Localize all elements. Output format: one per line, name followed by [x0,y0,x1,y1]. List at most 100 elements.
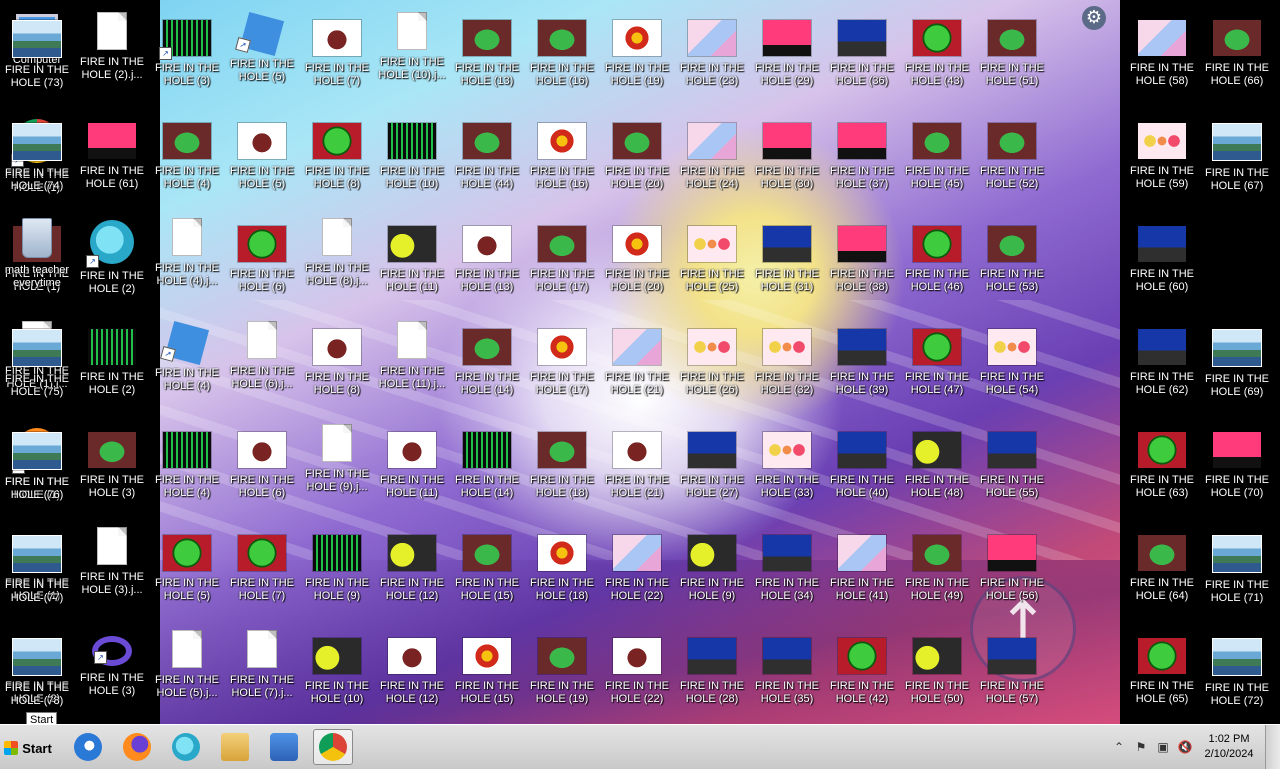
desktop-icon[interactable]: FIRE IN THE HOLE (22) [600,618,674,718]
desktop-icon[interactable]: ↗ FIRE IN THE HOLE (4) [150,309,224,409]
desktop-icon[interactable]: FIRE IN THE HOLE (2) [75,309,149,409]
desktop-icon[interactable]: FIRE IN THE HOLE (9).j... [300,412,374,512]
desktop-icon[interactable]: FIRE IN THE HOLE (57) [975,618,1049,718]
desktop-icon[interactable]: FIRE IN THE HOLE (67) [1200,103,1274,203]
taskbar-button[interactable] [68,729,108,765]
desktop-icon[interactable]: FIRE IN THE HOLE (34) [750,515,824,615]
desktop-icon[interactable]: FIRE IN THE HOLE (23) [675,0,749,100]
desktop-icon[interactable]: FIRE IN THE HOLE (66) [1200,0,1274,100]
desktop-icon[interactable]: FIRE IN THE HOLE (74) [0,103,74,203]
desktop-icon[interactable]: FIRE IN THE HOLE (36) [825,0,899,100]
desktop-icon[interactable]: FIRE IN THE HOLE (4) [150,412,224,512]
desktop-icon[interactable]: FIRE IN THE HOLE (38) [825,206,899,306]
taskbar-button[interactable] [264,729,304,765]
desktop-icon[interactable]: FIRE IN THE HOLE (73) [0,0,74,100]
action-center-flag-icon[interactable]: ⚑ [1133,739,1149,755]
desktop-icon[interactable]: FIRE IN THE HOLE (15) [450,618,524,718]
desktop-icon[interactable]: FIRE IN THE HOLE (21) [600,309,674,409]
desktop-icon[interactable]: FIRE IN THE HOLE (16) [525,103,599,203]
desktop-icon[interactable]: FIRE IN THE HOLE (14) [450,412,524,512]
desktop-icon[interactable]: FIRE IN THE HOLE (6) [225,206,299,306]
desktop-icon[interactable]: FIRE IN THE HOLE (7).j... [225,618,299,718]
desktop-icon[interactable]: FIRE IN THE HOLE (33) [750,412,824,512]
desktop-icon[interactable]: FIRE IN THE HOLE (54) [975,309,1049,409]
desktop-icon[interactable]: FIRE IN THE HOLE (10) [300,618,374,718]
desktop-icon[interactable]: FIRE IN THE HOLE (55) [975,412,1049,512]
desktop-icon[interactable]: FIRE IN THE HOLE (13) [450,0,524,100]
desktop-icon[interactable]: FIRE IN THE HOLE (18) [525,412,599,512]
desktop-icon[interactable]: FIRE IN THE HOLE (9) [300,515,374,615]
desktop-icon[interactable]: FIRE IN THE HOLE (19) [600,0,674,100]
desktop-icon[interactable]: FIRE IN THE HOLE (50) [900,618,974,718]
desktop-icon[interactable]: FIRE IN THE HOLE (6).j... [225,309,299,409]
desktop-icon[interactable]: FIRE IN THE HOLE (72) [1200,618,1274,718]
desktop-icon[interactable]: FIRE IN THE HOLE (3).j... [75,515,149,615]
desktop-icon[interactable]: FIRE IN THE HOLE (22) [600,515,674,615]
desktop-icon[interactable]: FIRE IN THE HOLE (20) [600,206,674,306]
taskbar-button[interactable] [215,729,255,765]
desktop-icon[interactable]: FIRE IN THE HOLE (19) [525,618,599,718]
desktop-icon[interactable]: FIRE IN THE HOLE (37) [825,103,899,203]
desktop-icon[interactable]: FIRE IN THE HOLE (17) [525,309,599,409]
desktop-icon[interactable]: FIRE IN THE HOLE (27) [675,412,749,512]
desktop-icon[interactable]: FIRE IN THE HOLE (8).j... [300,206,374,306]
desktop-icon[interactable]: FIRE IN THE HOLE (70) [1200,412,1274,512]
desktop-icon[interactable]: FIRE IN THE HOLE (56) [975,515,1049,615]
desktop-icon[interactable]: FIRE IN THE HOLE (5) [225,103,299,203]
desktop-icon[interactable]: FIRE IN THE HOLE (10).j... [375,0,449,100]
desktop-icon[interactable]: FIRE IN THE HOLE (10) [375,103,449,203]
desktop-icon[interactable]: FIRE IN THE HOLE (29) [750,0,824,100]
desktop-icon[interactable]: FIRE IN THE HOLE (30) [750,103,824,203]
desktop-icon[interactable]: FIRE IN THE HOLE (24) [675,103,749,203]
desktop-icon[interactable]: FIRE IN THE HOLE (42) [825,618,899,718]
desktop-icon[interactable]: FIRE IN THE HOLE (65) [1125,618,1199,718]
desktop-icon[interactable]: FIRE IN THE HOLE (46) [900,206,974,306]
desktop-icon[interactable]: FIRE IN THE HOLE (3) [75,412,149,512]
desktop-icon[interactable]: FIRE IN THE HOLE (77) [0,515,74,615]
desktop-icon[interactable]: FIRE IN THE HOLE (51) [975,0,1049,100]
network-icon[interactable]: ▣ [1155,739,1171,755]
desktop-icon[interactable]: FIRE IN THE HOLE (2).j... [75,0,149,100]
desktop-icon[interactable]: FIRE IN THE HOLE (63) [1125,412,1199,512]
desktop-icon[interactable]: FIRE IN THE HOLE (31) [750,206,824,306]
show-hidden-icons-icon[interactable]: ⌃ [1111,739,1127,755]
desktop-icon[interactable]: FIRE IN THE HOLE (59) [1125,103,1199,203]
desktop-icon[interactable]: FIRE IN THE HOLE (47) [900,309,974,409]
desktop-icon[interactable]: FIRE IN THE HOLE (25) [675,206,749,306]
desktop-icon[interactable]: FIRE IN THE HOLE (26) [675,309,749,409]
desktop-icon[interactable]: FIRE IN THE HOLE (4).j... [150,206,224,306]
start-button[interactable]: Start [2,731,54,765]
desktop-icon[interactable]: FIRE IN THE HOLE (43) [900,0,974,100]
desktop-icon[interactable]: FIRE IN THE HOLE (5).j... [150,618,224,718]
desktop-icon[interactable]: FIRE IN THE HOLE (52) [975,103,1049,203]
taskbar-button[interactable] [117,729,157,765]
desktop-icon[interactable]: FIRE IN THE HOLE (76) [0,412,74,512]
desktop-icon[interactable]: FIRE IN THE HOLE (18) [525,515,599,615]
desktop-icon[interactable]: FIRE IN THE HOLE (60) [1125,206,1199,306]
desktop-icon[interactable]: FIRE IN THE HOLE (41) [825,515,899,615]
desktop-icon[interactable]: FIRE IN THE HOLE (39) [825,309,899,409]
desktop-icon[interactable]: FIRE IN THE HOLE (5) [150,515,224,615]
taskbar-button[interactable] [166,729,206,765]
desktop-icon[interactable]: FIRE IN THE HOLE (64) [1125,515,1199,615]
volume-muted-icon[interactable]: 🔇 [1177,739,1193,755]
desktop-icon[interactable]: FIRE IN THE HOLE (58) [1125,0,1199,100]
desktop-icon[interactable]: FIRE IN THE HOLE (45) [900,103,974,203]
desktop-icon[interactable]: FIRE IN THE HOLE (16) [525,0,599,100]
desktop-icon[interactable]: FIRE IN THE HOLE (48) [900,412,974,512]
desktop-icon[interactable]: FIRE IN THE HOLE (44) [450,103,524,203]
desktop-icon[interactable]: FIRE IN THE HOLE (9) [675,515,749,615]
desktop-icon[interactable]: FIRE IN THE HOLE (7) [300,0,374,100]
desktop-icon[interactable]: FIRE IN THE HOLE (8) [300,309,374,409]
desktop-icon[interactable]: ↗ FIRE IN THE HOLE (3) [75,618,149,718]
desktop-icon[interactable]: FIRE IN THE HOLE (53) [975,206,1049,306]
desktop-icon[interactable]: FIRE IN THE HOLE (14) [450,309,524,409]
desktop-icon[interactable]: FIRE IN THE HOLE (71) [1200,515,1274,615]
desktop-icon[interactable]: FIRE IN THE HOLE (6) [225,412,299,512]
gear-icon[interactable]: ⚙ [1082,6,1106,30]
desktop-icon[interactable]: ↗ FIRE IN THE HOLE (5) [225,0,299,100]
desktop-icon[interactable]: FIRE IN THE HOLE (11).j... [375,309,449,409]
desktop-icon[interactable]: FIRE IN THE HOLE (4) [150,103,224,203]
desktop-icon[interactable]: FIRE IN THE HOLE (12) [375,618,449,718]
desktop-icon[interactable]: FIRE IN THE HOLE (35) [750,618,824,718]
